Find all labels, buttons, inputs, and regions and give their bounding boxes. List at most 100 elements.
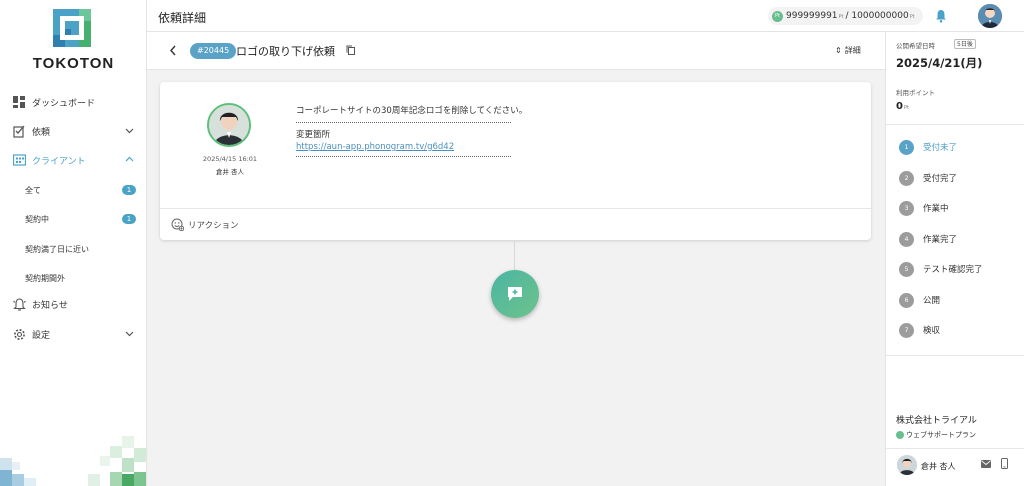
mail-icon[interactable] bbox=[981, 460, 991, 468]
client-icon bbox=[12, 153, 26, 167]
reaction-button[interactable]: リアクション bbox=[171, 218, 239, 231]
timeline-line bbox=[514, 240, 515, 274]
step-5: 5 テスト確認完了 bbox=[899, 261, 983, 277]
points-unit: Pt bbox=[838, 14, 844, 20]
sidebar-item-client[interactable]: クライアント bbox=[12, 150, 136, 170]
step-label: 作業中 bbox=[923, 204, 949, 214]
add-comment-button[interactable] bbox=[491, 270, 539, 318]
chevron-up-icon[interactable] bbox=[125, 155, 134, 164]
step-label: テスト確認完了 bbox=[923, 265, 983, 275]
sub-item-label: 契約中 bbox=[25, 214, 49, 224]
detail-button[interactable]: ⇕ 詳細 bbox=[835, 45, 861, 56]
tokoton-logo-icon[interactable] bbox=[53, 9, 91, 47]
sub-item-label: 契約満了日に近い bbox=[25, 244, 89, 254]
request-icon bbox=[12, 124, 26, 138]
divider bbox=[886, 124, 1024, 125]
company-name[interactable]: 株式会社トライアル bbox=[896, 413, 977, 426]
reaction-label: リアクション bbox=[188, 220, 239, 231]
sidebar-item-dashboard[interactable]: ダッシュボード bbox=[12, 92, 136, 112]
comment-body: コーポレートサイトの30周年記念ロゴを削除してください。 変更箇所 https:… bbox=[296, 104, 696, 162]
step-label: 受付未了 bbox=[923, 143, 958, 153]
ticket-number-badge: #20445 bbox=[190, 43, 237, 59]
comment-text: コーポレートサイトの30周年記念ロゴを削除してください。 bbox=[296, 106, 528, 116]
top-header: 依頼詳細 Pt 999999991 Pt / 1000000000 Pt bbox=[147, 0, 1024, 32]
points-unit: Pt bbox=[909, 14, 915, 20]
step-7: 7 検収 bbox=[899, 322, 940, 338]
sidebar-item-label: お知らせ bbox=[32, 300, 68, 311]
copy-icon[interactable] bbox=[346, 45, 355, 55]
smiley-add-icon bbox=[171, 218, 184, 231]
staff-avatar bbox=[897, 455, 917, 475]
chevron-down-icon[interactable] bbox=[125, 329, 134, 338]
publish-date: 2025/4/21(月) bbox=[896, 56, 983, 70]
client-filter-all[interactable]: 全て 1 bbox=[25, 182, 136, 198]
ticket-header: #20445 ロゴの取り下げ依頼 ⇕ 詳細 bbox=[147, 32, 885, 70]
change-label: 変更箇所 bbox=[296, 130, 331, 140]
sidebar-item-settings[interactable]: 設定 bbox=[12, 324, 136, 344]
step-label: 作業完了 bbox=[923, 235, 958, 245]
comment-author: 倉井 杏人 bbox=[215, 168, 245, 176]
chevron-down-icon[interactable] bbox=[125, 126, 134, 135]
client-filter-active[interactable]: 契約中 1 bbox=[25, 211, 136, 227]
step-label: 受付完了 bbox=[923, 174, 958, 184]
add-comment-icon bbox=[508, 287, 522, 301]
sidebar-item-label: クライアント bbox=[32, 156, 86, 167]
decorative-mosaic bbox=[0, 436, 146, 486]
divider bbox=[886, 355, 1024, 356]
sub-item-label: 全て bbox=[25, 185, 41, 195]
step-number: 3 bbox=[899, 200, 914, 216]
detail-label: 詳細 bbox=[844, 46, 861, 55]
days-badge: 5日後 bbox=[954, 39, 976, 49]
step-number: 2 bbox=[899, 170, 914, 186]
sidebar-item-label: 依頼 bbox=[32, 127, 51, 138]
use-points-value: 0Pt bbox=[896, 101, 909, 112]
step-number: 4 bbox=[899, 231, 914, 247]
staff-name: 倉井 杏人 bbox=[921, 462, 956, 471]
sidebar-item-notice[interactable]: お知らせ bbox=[12, 294, 136, 314]
points-total: / 1000000000 bbox=[845, 11, 909, 21]
use-points-label: 利用ポイント bbox=[896, 89, 935, 97]
plan-name: ウェブサポートプラン bbox=[896, 430, 976, 440]
author-avatar bbox=[207, 103, 251, 147]
points-unit: Pt bbox=[903, 105, 909, 111]
client-filter-expiring[interactable]: 契約満了日に近い bbox=[25, 241, 136, 257]
plan-label: ウェブサポートプラン bbox=[906, 431, 976, 439]
page-title: 依頼詳細 bbox=[158, 11, 207, 25]
count-badge: 1 bbox=[122, 185, 136, 195]
points-balance: Pt 999999991 Pt / 1000000000 Pt bbox=[768, 7, 923, 25]
use-points-number: 0 bbox=[896, 101, 903, 112]
ticket-title: ロゴの取り下げ依頼 bbox=[236, 45, 335, 58]
publish-date-label: 公開希望日時 bbox=[896, 42, 935, 50]
comment-card: 2025/4/15 16:01 倉井 杏人 コーポレートサイトの30周年記念ロゴ… bbox=[160, 82, 871, 240]
divider bbox=[886, 448, 1024, 449]
plan-icon bbox=[896, 431, 904, 439]
dashboard-icon bbox=[12, 95, 26, 109]
divider bbox=[296, 122, 511, 123]
step-1: 1 受付未了 bbox=[899, 139, 957, 155]
step-2: 2 受付完了 bbox=[899, 170, 957, 186]
step-number: 6 bbox=[899, 292, 914, 308]
divider bbox=[296, 156, 511, 157]
notification-bell-icon[interactable] bbox=[935, 9, 947, 23]
status-panel: 公開希望日時 5日後 2025/4/21(月) 利用ポイント 0Pt 1 受付未了… bbox=[885, 32, 1024, 486]
client-filter-expired[interactable]: 契約期間外 bbox=[25, 270, 136, 286]
user-avatar[interactable] bbox=[978, 4, 1002, 28]
step-6: 6 公開 bbox=[899, 292, 940, 308]
step-number: 1 bbox=[899, 139, 914, 155]
bell-icon bbox=[12, 297, 26, 311]
points-value: 999999991 bbox=[786, 11, 838, 21]
change-link[interactable]: https://aun-app.phonogram.tv/g6d42 bbox=[296, 142, 696, 152]
phone-icon[interactable] bbox=[1001, 458, 1008, 469]
sidebar-item-label: ダッシュボード bbox=[32, 98, 96, 109]
step-4: 4 作業完了 bbox=[899, 231, 957, 247]
points-icon: Pt bbox=[772, 10, 783, 22]
step-number: 7 bbox=[899, 322, 914, 338]
sub-item-label: 契約期間外 bbox=[25, 273, 65, 283]
sidebar-item-request[interactable]: 依頼 bbox=[12, 121, 136, 141]
sidebar: TOKOTON ダッシュボード 依頼 クライアント 全て 1 契約中 1 契約満… bbox=[0, 0, 147, 486]
step-label: 検収 bbox=[923, 326, 941, 336]
comment-date: 2025/4/15 16:01 bbox=[202, 155, 258, 163]
sort-icon: ⇕ bbox=[835, 46, 842, 55]
back-arrow-icon[interactable] bbox=[169, 45, 177, 56]
gear-icon bbox=[12, 327, 26, 341]
